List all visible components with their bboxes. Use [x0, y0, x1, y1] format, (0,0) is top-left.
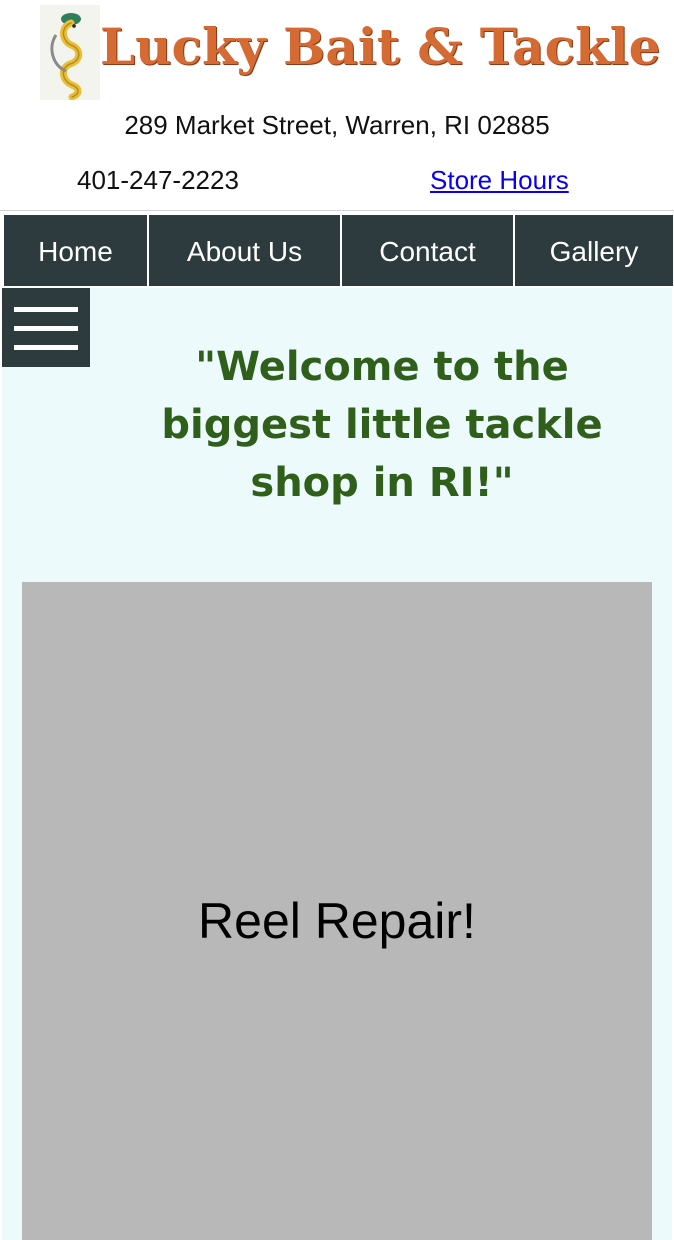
store-hours-link[interactable]: Store Hours [430, 165, 569, 196]
store-phone: 401-247-2223 [77, 165, 239, 195]
promo-banner: Reel Repair! [22, 582, 652, 1240]
main-content: "Welcome to the biggest little tackle sh… [2, 288, 672, 1240]
hamburger-menu-button[interactable] [2, 288, 90, 367]
promo-text: Reel Repair! [198, 893, 476, 949]
store-address: 289 Market Street, Warren, RI 02885 [124, 110, 550, 140]
nav-gallery[interactable]: Gallery [514, 214, 674, 287]
page: Lucky Bait & Tackle 289 Market Street, W… [0, 0, 674, 1240]
site-logo[interactable]: Lucky Bait & Tackle [40, 5, 660, 101]
worm-hook-logo-icon [40, 5, 100, 101]
logo-text: Lucky Bait & Tackle [100, 17, 661, 76]
site-header: Lucky Bait & Tackle 289 Market Street, W… [0, 0, 674, 210]
welcome-message: "Welcome to the biggest little tackle sh… [161, 344, 603, 506]
nav-contact[interactable]: Contact [341, 214, 514, 287]
nav-home[interactable]: Home [3, 214, 148, 287]
nav-about-us[interactable]: About Us [148, 214, 341, 287]
main-nav: Home About Us Contact Gallery [0, 210, 674, 289]
